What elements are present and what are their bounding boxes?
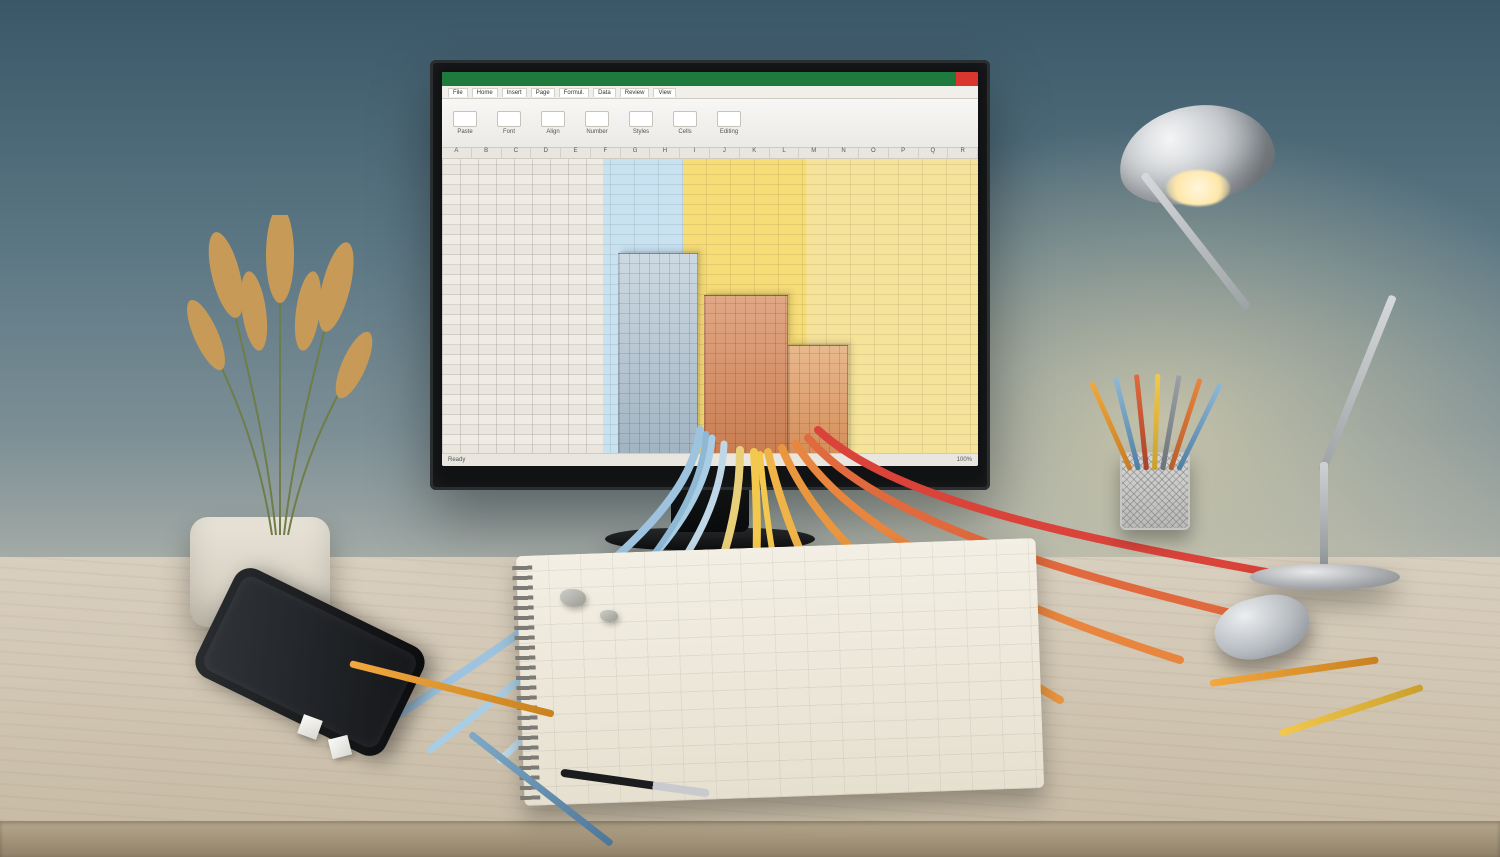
desk-edge [0,821,1500,857]
ribbon-group[interactable]: Align [538,111,568,135]
ribbon-group[interactable]: Editing [714,111,744,135]
desk-lamp [1110,110,1410,590]
column-headers[interactable]: ABC DEF GHI JKL MNO PQR [442,148,978,159]
chart-bar-3 [788,345,848,465]
ribbon-group[interactable]: Styles [626,111,656,135]
status-bar: Ready 100% [442,453,978,466]
rock [600,610,618,622]
ribbon: Paste Font Align Number Styles Cells Edi… [442,99,978,148]
ribbon-group[interactable]: Font [494,111,524,135]
embedded-3d-bar-chart [646,235,876,465]
window-close-button[interactable] [956,72,978,86]
app-titlebar [442,72,978,86]
scene-root: File Home Insert Page Formul. Data Revie… [0,0,1500,857]
ribbon-group[interactable]: Cells [670,111,700,135]
tab-home[interactable]: Home [472,88,498,97]
tab-formulas[interactable]: Formul. [559,88,589,97]
spiral-notebook [516,538,1044,806]
spreadsheet-screen: File Home Insert Page Formul. Data Revie… [442,72,978,466]
chart-bar-2 [704,295,788,465]
ribbon-group[interactable]: Number [582,111,612,135]
tab-review[interactable]: Review [620,88,650,97]
tab-data[interactable]: Data [593,88,616,97]
ribbon-tabs[interactable]: File Home Insert Page Formul. Data Revie… [442,86,978,99]
tab-page[interactable]: Page [531,88,555,97]
zoom-level[interactable]: 100% [957,457,972,463]
pampas-grass [176,215,376,535]
rock [560,589,586,607]
lamp-light-icon [1166,170,1230,206]
monitor-stand [671,484,749,532]
worksheet-grid[interactable] [442,159,978,465]
status-ready: Ready [448,457,465,463]
monitor: File Home Insert Page Formul. Data Revie… [430,60,990,490]
ribbon-group[interactable]: Paste [450,111,480,135]
chart-bar-1 [618,253,698,465]
tab-insert[interactable]: Insert [502,88,527,97]
tab-file[interactable]: File [448,88,468,97]
monitor-bezel: File Home Insert Page Formul. Data Revie… [430,60,990,490]
tab-view[interactable]: View [653,88,676,97]
